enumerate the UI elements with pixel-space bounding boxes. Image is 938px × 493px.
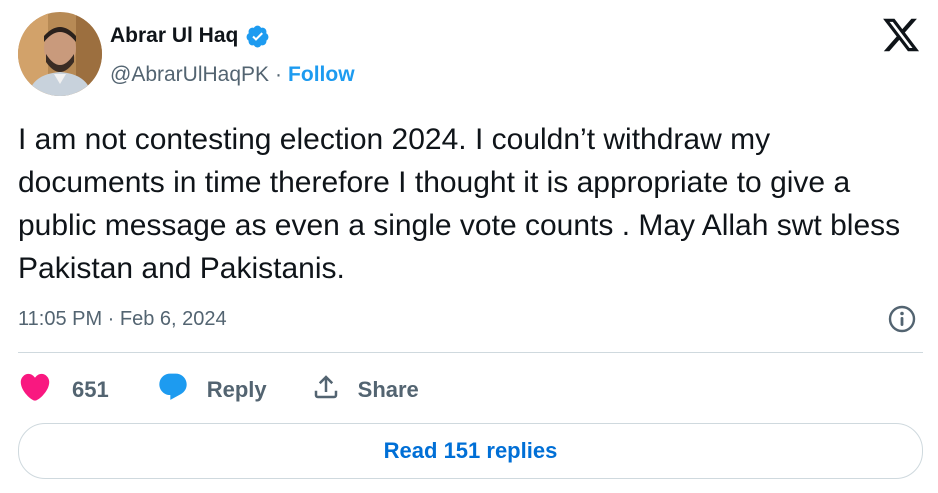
share-icon: [311, 372, 341, 408]
info-icon[interactable]: [886, 303, 918, 335]
reply-bubble-icon: [157, 371, 189, 409]
author-handle[interactable]: @AbrarUlHaqPK: [110, 60, 269, 90]
author-name[interactable]: Abrar Ul Haq: [110, 22, 238, 50]
tweet-timestamp[interactable]: 11:05 PM · Feb 6, 2024: [18, 304, 227, 334]
like-count: 651: [72, 377, 109, 402]
handle-row: @AbrarUlHaqPK · Follow: [110, 60, 355, 90]
share-label: Share: [357, 377, 419, 402]
tweet-card: Abrar Ul Haq @AbrarUlHaqPK · Follow I am…: [0, 0, 938, 493]
read-replies-button[interactable]: Read 151 replies: [18, 423, 923, 479]
separator-dot: ·: [275, 63, 283, 86]
tweet-text: I am not contesting election 2024. I cou…: [18, 123, 901, 285]
verified-badge-icon: [245, 24, 270, 49]
like-button[interactable]: 651: [18, 370, 109, 410]
reply-button[interactable]: Reply: [157, 371, 267, 409]
author-name-row[interactable]: Abrar Ul Haq: [110, 22, 270, 50]
action-bar: 651 Reply Share: [18, 368, 419, 412]
heart-icon: [18, 370, 52, 410]
follow-button[interactable]: Follow: [288, 60, 355, 90]
share-button[interactable]: Share: [311, 372, 419, 408]
avatar[interactable]: [18, 12, 102, 96]
divider: [18, 352, 923, 353]
x-logo-icon[interactable]: [881, 15, 921, 55]
reply-label: Reply: [206, 377, 267, 402]
